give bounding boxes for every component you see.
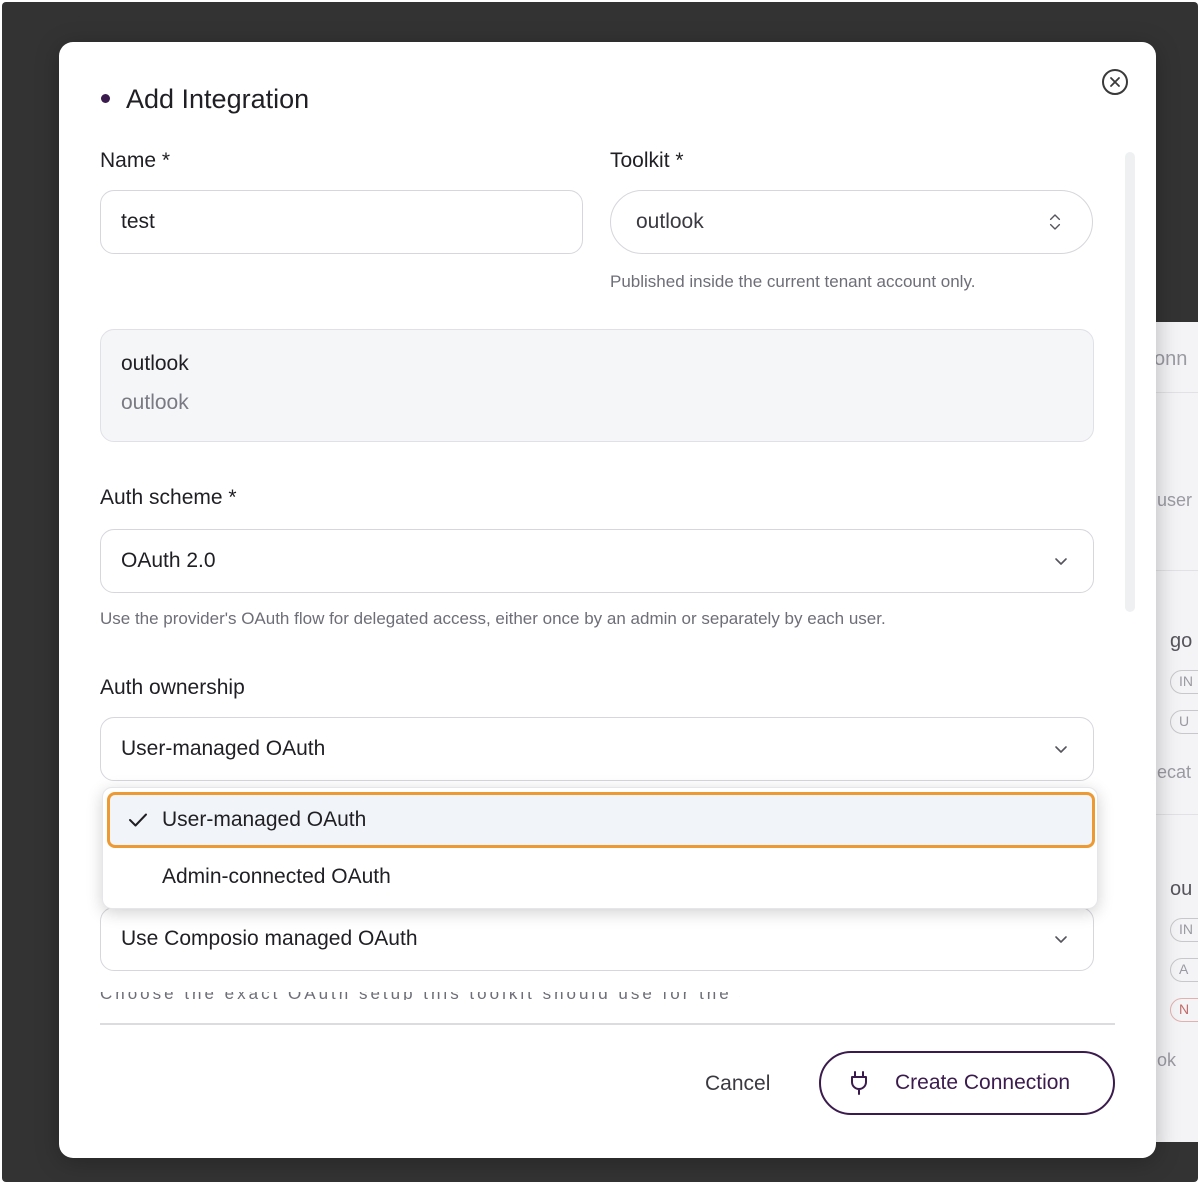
cancel-button[interactable]: Cancel: [705, 1072, 770, 1096]
chevron-down-icon: [1055, 746, 1067, 753]
close-icon: [1110, 77, 1120, 87]
oauth-app-value: Use Composio managed OAuth: [121, 927, 418, 950]
oauth-app-help-text: Choose the exact OAuth setup this toolki…: [100, 992, 740, 1000]
toolkit-summary-card: outlook outlook: [100, 329, 1094, 442]
oauth-app-select[interactable]: Use Composio managed OAuth: [100, 907, 1094, 971]
auth-ownership-label: Auth ownership: [100, 676, 245, 699]
auth-scheme-value: OAuth 2.0: [121, 549, 216, 572]
auth-ownership-dropdown: User-managed OAuth Admin-connected OAuth: [102, 787, 1098, 909]
dialog-title: Add Integration: [126, 84, 310, 114]
name-input[interactable]: test: [100, 190, 583, 254]
add-integration-dialog: Add Integration Name * test Toolkit * ou…: [59, 42, 1156, 1158]
close-button[interactable]: [1102, 69, 1128, 95]
title-dot: [101, 94, 110, 103]
toolkit-card-subtitle: outlook: [121, 391, 189, 414]
toolkit-help-text: Published inside the current tenant acco…: [610, 272, 976, 291]
background-divider: [1152, 392, 1198, 393]
background-text: user: [1157, 490, 1193, 510]
background-divider: [1152, 814, 1198, 815]
name-input-value: test: [121, 210, 155, 233]
background-text: onn: [1154, 348, 1188, 370]
toolkit-card-title: outlook: [121, 352, 189, 375]
background-badge: IN: [1170, 918, 1198, 942]
auth-ownership-value: User-managed OAuth: [121, 737, 326, 760]
background-divider: [1152, 570, 1198, 571]
scrollbar[interactable]: [1125, 152, 1135, 612]
footer-divider: [100, 1023, 1115, 1025]
option-admin-connected-oauth[interactable]: Admin-connected OAuth: [107, 849, 1095, 905]
chevron-down-icon: [1055, 936, 1067, 943]
auth-scheme-help-text: Use the provider's OAuth flow for delega…: [100, 609, 886, 628]
auth-ownership-select[interactable]: User-managed OAuth: [100, 717, 1094, 781]
check-icon: [129, 813, 147, 827]
background-badge: IN: [1170, 670, 1198, 694]
name-label: Name *: [100, 149, 171, 172]
option-label: Admin-connected OAuth: [162, 865, 391, 888]
background-text: ecat: [1157, 762, 1192, 782]
auth-scheme-select[interactable]: OAuth 2.0: [100, 529, 1094, 593]
background-text: ok: [1157, 1050, 1177, 1070]
toolkit-select-value: outlook: [636, 210, 704, 233]
toolkit-label: Toolkit *: [610, 149, 684, 172]
up-down-chevron-icon: [1049, 214, 1061, 230]
background-text: ou: [1170, 878, 1193, 900]
create-connection-label: Create Connection: [895, 1071, 1071, 1094]
background-badge: A: [1170, 958, 1198, 982]
background-badge: U: [1170, 710, 1198, 734]
chevron-down-icon: [1055, 558, 1067, 565]
option-label: User-managed OAuth: [162, 808, 367, 831]
plug-icon: [851, 1071, 867, 1095]
background-badge: N: [1170, 998, 1198, 1022]
create-connection-button[interactable]: Create Connection: [819, 1051, 1115, 1115]
background-text: go: [1170, 630, 1193, 652]
option-user-managed-oauth[interactable]: User-managed OAuth: [107, 792, 1095, 848]
auth-scheme-label: Auth scheme *: [100, 486, 237, 509]
toolkit-select[interactable]: outlook: [610, 190, 1093, 254]
